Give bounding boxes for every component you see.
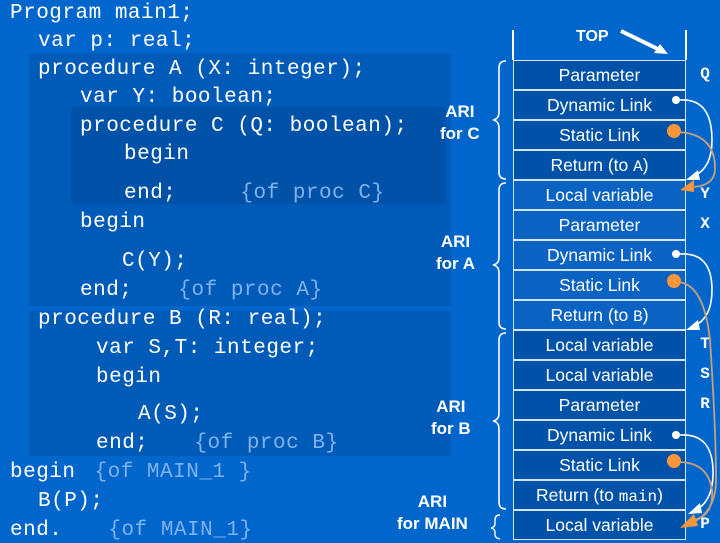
static-link-arrow-b <box>667 454 714 528</box>
diagram-overlay <box>490 29 717 540</box>
brace-ari-c <box>492 60 507 180</box>
dynamic-link-arrow-c <box>672 96 713 180</box>
brace-ari-main <box>490 514 501 540</box>
top-pointer-arrow <box>620 29 668 54</box>
brace-ari-b <box>492 332 507 510</box>
static-link-arrow-c <box>667 124 716 192</box>
brace-ari-a <box>492 182 507 330</box>
dynamic-link-arrow-b <box>672 431 714 514</box>
